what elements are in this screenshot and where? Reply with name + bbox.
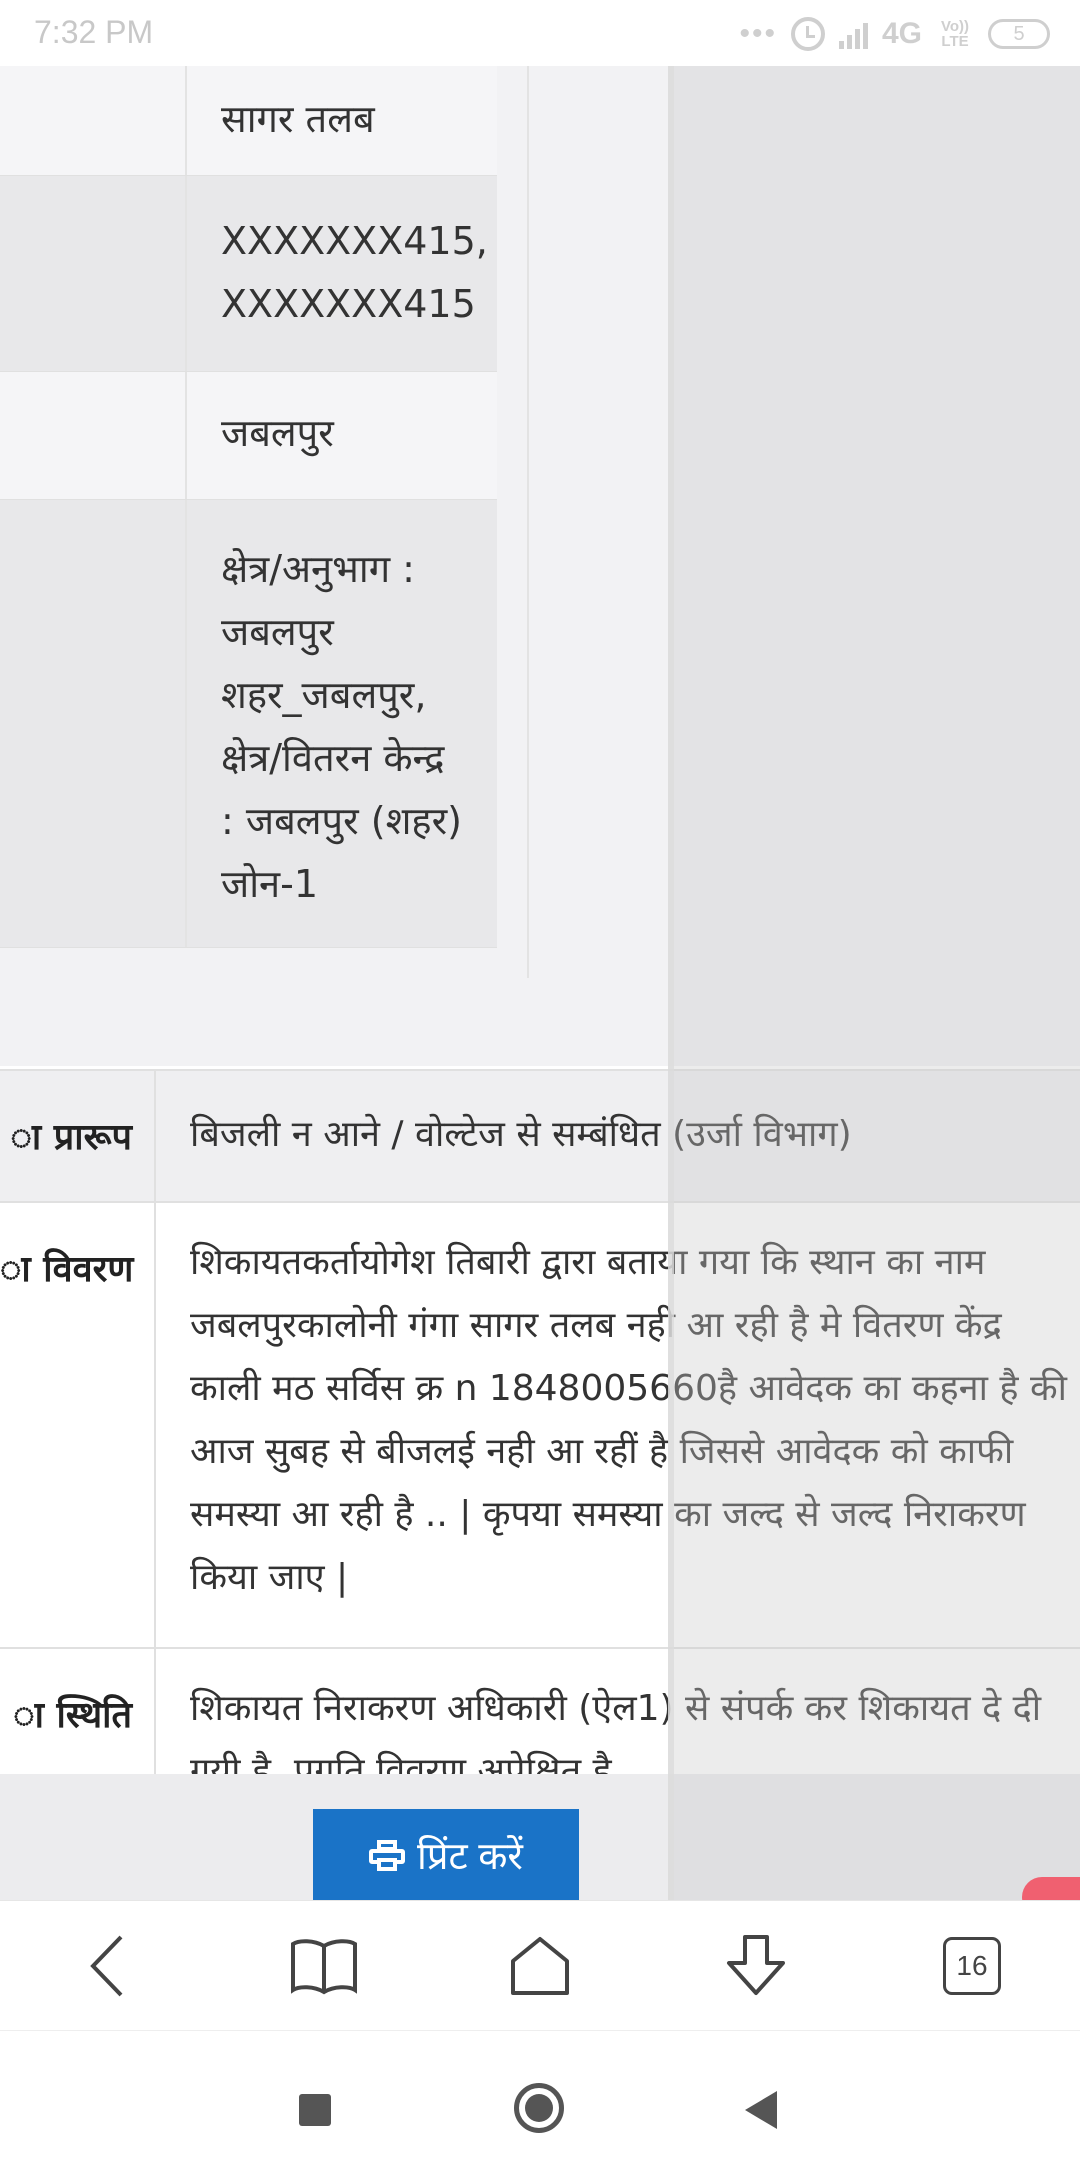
table-row: ा विवरण शिकायतकर्तायोगेश तिबारी द्वारा ब… xyxy=(0,1201,1080,1647)
tab-count: 16 xyxy=(943,1936,1001,1995)
details-table: सागर तलब XXXXXXX415, XXXXXXX415 जबलपुर क… xyxy=(0,66,497,948)
scroll-to-top-button[interactable] xyxy=(1022,1877,1080,1900)
volte-icon: Vo)) LTE xyxy=(940,18,970,50)
complaint-details-value: शिकायतकर्तायोगेश तिबारी द्वारा बताया गया… xyxy=(190,1242,1067,1598)
row-value: XXXXXXX415, XXXXXXX415 xyxy=(221,219,488,326)
network-type: 4G xyxy=(881,17,922,50)
column-divider xyxy=(527,66,529,978)
system-nav-bar xyxy=(0,2030,1080,2160)
complaint-type-label: ा प्रारूप xyxy=(0,1071,156,1201)
status-icons: ••• 4G Vo)) LTE 5 xyxy=(739,12,1050,56)
complaint-type-value: बिजली न आने / वोल्टेज से सम्बंधित (उर्जा… xyxy=(190,1114,852,1155)
row-value: क्षेत्र/अनुभाग : जबलपुर शहर_जबलपुर, क्षे… xyxy=(221,547,462,906)
table-row: जबलपुर xyxy=(0,372,497,500)
print-button[interactable]: प्रिंट करें xyxy=(313,1809,579,1900)
row-label xyxy=(0,66,187,175)
printer-icon xyxy=(369,1839,406,1871)
back-icon[interactable] xyxy=(53,1911,163,2021)
browser-toolbar: 16 xyxy=(0,1900,1080,2030)
row-label xyxy=(0,500,187,947)
print-area: प्रिंट करें xyxy=(0,1774,1080,1900)
row-value: सागर तलब xyxy=(221,97,375,141)
signal-icon xyxy=(838,19,868,49)
bookmarks-icon[interactable] xyxy=(269,1911,379,2021)
back-triangle-icon[interactable] xyxy=(745,2091,777,2129)
home-icon[interactable] xyxy=(485,1911,595,2021)
tabs-icon[interactable]: 16 xyxy=(917,1911,1027,2021)
table-row: सागर तलब xyxy=(0,66,497,176)
print-button-label: प्रिंट करें xyxy=(417,1835,523,1878)
status-bar: 7:32 PM ••• 4G Vo)) LTE 5 xyxy=(0,0,1080,66)
table-row: ा प्रारूप बिजली न आने / वोल्टेज से सम्बं… xyxy=(0,1069,1080,1201)
row-label xyxy=(0,372,187,499)
home-circle-icon[interactable] xyxy=(514,2083,564,2133)
row-label xyxy=(0,176,187,371)
more-notifications-icon: ••• xyxy=(739,17,777,50)
battery-icon: 5 xyxy=(988,19,1050,49)
status-time: 7:32 PM xyxy=(34,14,154,50)
table-row: XXXXXXX415, XXXXXXX415 xyxy=(0,176,497,372)
download-icon[interactable] xyxy=(701,1911,811,2021)
complaint-details-label: ा विवरण xyxy=(0,1203,156,1647)
table-row: क्षेत्र/अनुभाग : जबलपुर शहर_जबलपुर, क्षे… xyxy=(0,500,497,948)
web-page[interactable]: सागर तलब XXXXXXX415, XXXXXXX415 जबलपुर क… xyxy=(0,66,1080,1900)
row-value: जबलपुर xyxy=(221,411,334,455)
complaint-table: ा प्रारूप बिजली न आने / वोल्टेज से सम्बं… xyxy=(0,1069,1080,1841)
alarm-icon xyxy=(790,17,825,51)
recent-apps-icon[interactable] xyxy=(299,2094,331,2126)
